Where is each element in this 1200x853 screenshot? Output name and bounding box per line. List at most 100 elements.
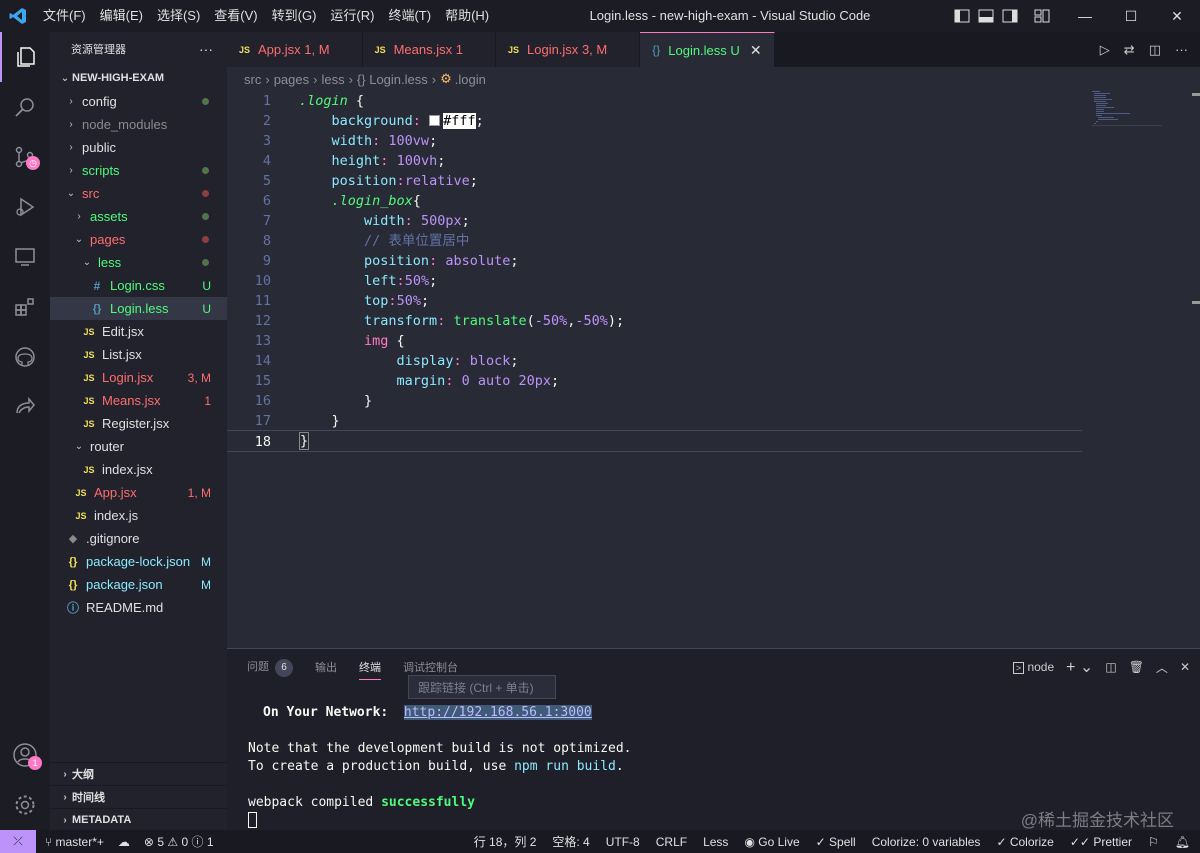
- run-code-icon[interactable]: ▷: [1100, 42, 1110, 58]
- accounts-icon[interactable]: 1: [0, 730, 50, 780]
- tree-item-login-less[interactable]: {} Login.less U: [50, 297, 227, 320]
- new-terminal-icon[interactable]: + ⌄: [1066, 657, 1093, 677]
- tree-item-scripts[interactable]: › scripts: [50, 159, 227, 182]
- feedback-icon[interactable]: ⚐: [1148, 835, 1159, 849]
- close-window-icon[interactable]: ✕: [1154, 0, 1200, 32]
- git-branch[interactable]: ⑂ master*+: [45, 835, 104, 849]
- colorize-variables[interactable]: Colorize: 0 variables: [872, 835, 981, 849]
- settings-gear-icon[interactable]: [0, 780, 50, 830]
- tab-means-jsx[interactable]: JS Means.jsx 1: [362, 32, 496, 67]
- search-icon[interactable]: [0, 82, 50, 132]
- menu-run[interactable]: 运行(R): [323, 0, 381, 32]
- menu-go[interactable]: 转到(G): [265, 0, 324, 32]
- tab-debug-console[interactable]: 调试控制台: [403, 659, 458, 675]
- source-control-icon[interactable]: ◷: [0, 132, 50, 182]
- js-file-icon: JS: [239, 44, 251, 55]
- problems-summary[interactable]: ⊗ 5 ⚠ 0 ⓘ 1: [144, 833, 214, 850]
- tree-item-register-jsx[interactable]: JS Register.jsx: [50, 412, 227, 435]
- tree-item--gitignore[interactable]: ◆ .gitignore: [50, 527, 227, 550]
- tree-item-package-json[interactable]: {} package.json M: [50, 573, 227, 596]
- outline-label: 大纲: [72, 769, 94, 781]
- tab-login-less[interactable]: {} Login.less U ✕: [640, 32, 775, 67]
- tree-item-readme-md[interactable]: ⓘ README.md: [50, 596, 227, 619]
- tab-app-jsx[interactable]: JS App.jsx 1, M: [227, 32, 363, 67]
- tree-item-login-jsx[interactable]: JS Login.jsx 3, M: [50, 366, 227, 389]
- tree-item-router[interactable]: ⌄ router: [50, 435, 227, 458]
- tree-item-login-css[interactable]: # Login.css U: [50, 274, 227, 297]
- breadcrumb-src[interactable]: src: [244, 72, 261, 87]
- tree-item-edit-jsx[interactable]: JS Edit.jsx: [50, 320, 227, 343]
- metadata-section[interactable]: › METADATA: [50, 808, 227, 831]
- github-icon[interactable]: [0, 332, 50, 382]
- tree-item-config[interactable]: › config: [50, 90, 227, 113]
- toggle-secondary-sidebar-icon[interactable]: [1002, 8, 1018, 24]
- breadcrumb-file[interactable]: {} Login.less: [357, 72, 428, 87]
- trash-icon[interactable]: 🗑: [1129, 660, 1144, 674]
- tree-item-app-jsx[interactable]: JS App.jsx 1, M: [50, 481, 227, 504]
- tree-item-public[interactable]: › public: [50, 136, 227, 159]
- notifications-bell-icon[interactable]: 🔔︎: [1175, 835, 1190, 849]
- remote-explorer-icon[interactable]: [0, 232, 50, 282]
- compare-changes-icon[interactable]: ⇄: [1124, 42, 1135, 58]
- go-live[interactable]: ◉ Go Live: [744, 835, 799, 849]
- tab-terminal[interactable]: 终端: [359, 659, 381, 680]
- prettier[interactable]: ✓✓ Prettier: [1070, 835, 1132, 849]
- outline-section[interactable]: › 大纲: [50, 762, 227, 785]
- live-share-icon[interactable]: [0, 382, 50, 432]
- encoding[interactable]: UTF-8: [606, 835, 640, 849]
- extensions-icon[interactable]: [0, 282, 50, 332]
- toggle-sidebar-icon[interactable]: [954, 8, 970, 24]
- split-editor-icon[interactable]: ◫: [1149, 42, 1161, 58]
- tab-problems[interactable]: 问题 6: [247, 658, 293, 677]
- maximize-panel-icon[interactable]: ︿: [1156, 659, 1168, 676]
- menu-terminal[interactable]: 终端(T): [381, 0, 438, 32]
- code-editor[interactable]: 1 2 3 4 5 6 7 8 9 10 11 12 13 14 15 16 17 18 .login { bac…: [227, 91, 1200, 648]
- indentation[interactable]: 空格: 4: [552, 833, 589, 850]
- tree-item-index-jsx[interactable]: JS index.jsx: [50, 458, 227, 481]
- toggle-panel-icon[interactable]: [978, 8, 994, 24]
- tree-item-list-jsx[interactable]: JS List.jsx: [50, 343, 227, 366]
- tree-item-index-js[interactable]: JS index.js: [50, 504, 227, 527]
- explorer-icon[interactable]: [0, 32, 50, 82]
- menu-view[interactable]: 查看(V): [207, 0, 264, 32]
- workspace-root[interactable]: ⌄ NEW-HIGH-EXAM: [50, 66, 227, 90]
- network-url-link[interactable]: http://192.168.56.1:3000: [403, 705, 592, 720]
- terminal-selector[interactable]: > node: [1012, 660, 1054, 674]
- run-debug-icon[interactable]: [0, 182, 50, 232]
- menu-help[interactable]: 帮助(H): [438, 0, 496, 32]
- menu-edit[interactable]: 编辑(E): [93, 0, 150, 32]
- language-mode[interactable]: Less: [703, 835, 728, 849]
- maximize-icon[interactable]: ☐: [1108, 0, 1154, 32]
- tab-login-jsx[interactable]: JS Login.jsx 3, M: [495, 32, 641, 67]
- menu-selection[interactable]: 选择(S): [150, 0, 207, 32]
- more-actions-icon[interactable]: ···: [199, 41, 213, 57]
- split-terminal-icon[interactable]: ◫: [1105, 660, 1116, 674]
- breadcrumb-pages[interactable]: pages: [274, 72, 309, 87]
- tree-item-src[interactable]: ⌄ src: [50, 182, 227, 205]
- minimize-icon[interactable]: —: [1062, 0, 1108, 32]
- tree-item-pages[interactable]: ⌄ pages: [50, 228, 227, 251]
- tree-item-means-jsx[interactable]: JS Means.jsx 1: [50, 389, 227, 412]
- color-swatch-icon[interactable]: [429, 115, 441, 126]
- close-panel-icon[interactable]: ✕: [1180, 660, 1190, 674]
- breadcrumb-symbol[interactable]: .login: [455, 72, 486, 87]
- minimap[interactable]: [1092, 91, 1162, 131]
- cursor-position[interactable]: 行 18，列 2: [474, 833, 537, 850]
- tree-item-less[interactable]: ⌄ less: [50, 251, 227, 274]
- more-icon[interactable]: ···: [1175, 42, 1188, 57]
- code-line: display: block;: [396, 353, 519, 369]
- breadcrumb-less[interactable]: less: [321, 72, 344, 87]
- timeline-section[interactable]: › 时间线: [50, 785, 227, 808]
- sync-icon[interactable]: ☁: [118, 835, 130, 849]
- menu-file[interactable]: 文件(F): [36, 0, 93, 32]
- tree-item-package-lock-json[interactable]: {} package-lock.json M: [50, 550, 227, 573]
- colorize[interactable]: ✓ Colorize: [996, 835, 1053, 849]
- customize-layout-icon[interactable]: [1034, 8, 1050, 24]
- close-tab-icon[interactable]: ✕: [750, 42, 762, 59]
- spell-check[interactable]: ✓ Spell: [816, 835, 856, 849]
- tree-item-node-modules[interactable]: › node_modules: [50, 113, 227, 136]
- line-ending[interactable]: CRLF: [656, 835, 687, 849]
- tree-item-assets[interactable]: › assets: [50, 205, 227, 228]
- remote-indicator-icon[interactable]: ⤫: [0, 830, 36, 853]
- tab-output[interactable]: 输出: [315, 659, 337, 675]
